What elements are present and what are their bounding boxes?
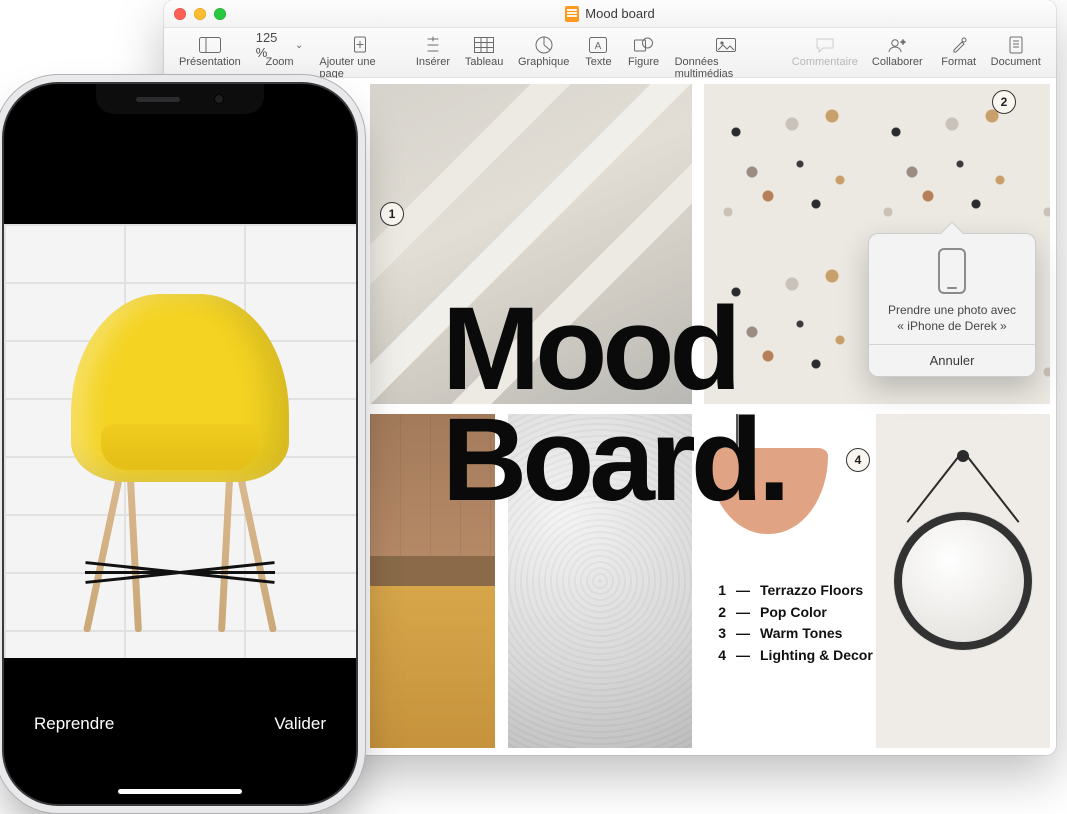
view-button[interactable]: Présentation <box>174 32 246 70</box>
iphone-device: Reprendre Valider <box>4 84 356 804</box>
comment-label: Commentaire <box>792 56 858 68</box>
document-icon <box>565 6 579 22</box>
yellow-chair-photo <box>55 272 305 632</box>
document-panel-icon <box>1008 34 1024 56</box>
media-icon <box>716 34 736 56</box>
format-label: Format <box>941 56 976 68</box>
zoom-label: Zoom <box>265 56 293 68</box>
image-round-mirror[interactable] <box>876 414 1050 748</box>
table-button[interactable]: Tableau <box>460 32 509 70</box>
iphone-screen: Reprendre Valider <box>4 84 356 804</box>
format-icon <box>950 34 968 56</box>
mirror-graphic <box>894 450 1032 650</box>
sidebar-icon <box>199 34 221 56</box>
insert-label: Insérer <box>416 56 450 68</box>
camera-action-bar: Reprendre Valider <box>4 700 356 748</box>
zoom-button[interactable]: 125 % ⌄ Zoom <box>250 32 310 70</box>
view-label: Présentation <box>179 56 241 68</box>
legend-list[interactable]: 1 — Terrazzo Floors 2 — Pop Color 3 — Wa… <box>714 580 873 667</box>
image-warm-couch[interactable] <box>370 556 495 748</box>
continuity-camera-popover: Prendre une photo avec « iPhone de Derek… <box>868 233 1036 377</box>
comment-button[interactable]: Commentaire <box>787 32 863 70</box>
legend-item: 1 — Terrazzo Floors <box>714 580 873 602</box>
chevron-down-icon: ⌄ <box>295 40 303 51</box>
collaborate-label: Collaborer <box>872 56 923 68</box>
annotation-badge-1: 1 <box>380 202 404 226</box>
toolbar: Présentation 125 % ⌄ Zoom Ajouter une pa… <box>164 28 1056 78</box>
table-icon <box>474 34 494 56</box>
titlebar: Mood board <box>164 0 1056 28</box>
table-label: Tableau <box>465 56 504 68</box>
annotation-badge-4: 4 <box>846 448 870 472</box>
comment-icon <box>815 34 835 56</box>
add-page-label: Ajouter une page <box>319 56 400 80</box>
document-panel-label: Document <box>991 56 1041 68</box>
legend-item: 2 — Pop Color <box>714 602 873 624</box>
chart-icon <box>535 34 553 56</box>
shape-label: Figure <box>628 56 659 68</box>
format-button[interactable]: Format <box>936 32 982 70</box>
legend-item: 4 — Lighting & Decor <box>714 645 873 667</box>
document-button[interactable]: Document <box>986 32 1046 70</box>
heading-line-2: Board. <box>442 405 786 516</box>
chart-button[interactable]: Graphique <box>513 32 575 70</box>
popover-text: Prendre une photo avec « iPhone de Derek… <box>879 302 1025 344</box>
text-icon: A <box>589 34 607 56</box>
window-title: Mood board <box>164 6 1056 22</box>
home-indicator[interactable] <box>118 789 242 794</box>
heading-line-1: Mood <box>442 294 786 405</box>
front-camera-icon <box>214 94 224 104</box>
popover-cancel-button[interactable]: Annuler <box>869 344 1035 376</box>
page-heading[interactable]: Mood Board. <box>442 294 786 516</box>
text-label: Texte <box>585 56 611 68</box>
text-button[interactable]: A Texte <box>578 32 618 70</box>
chart-label: Graphique <box>518 56 569 68</box>
use-photo-button[interactable]: Valider <box>274 714 326 734</box>
window-title-text: Mood board <box>585 6 654 21</box>
legend-item: 3 — Warm Tones <box>714 623 873 645</box>
collaborate-icon <box>887 34 907 56</box>
camera-preview[interactable] <box>4 224 356 658</box>
insert-icon <box>426 34 440 56</box>
speaker-icon <box>136 97 180 102</box>
insert-button[interactable]: Insérer <box>410 32 455 70</box>
media-label: Données multimédias <box>675 56 777 80</box>
shape-button[interactable]: Figure <box>622 32 664 70</box>
iphone-outline-icon <box>938 248 966 294</box>
svg-text:A: A <box>595 41 602 52</box>
add-page-icon <box>351 34 369 56</box>
retake-button[interactable]: Reprendre <box>34 714 114 734</box>
iphone-notch <box>96 84 264 114</box>
media-button[interactable]: Données multimédias <box>669 32 783 82</box>
annotation-badge-2: 2 <box>992 90 1016 114</box>
add-page-button[interactable]: Ajouter une page <box>313 32 406 82</box>
shape-icon <box>634 34 654 56</box>
collaborate-button[interactable]: Collaborer <box>867 32 928 70</box>
